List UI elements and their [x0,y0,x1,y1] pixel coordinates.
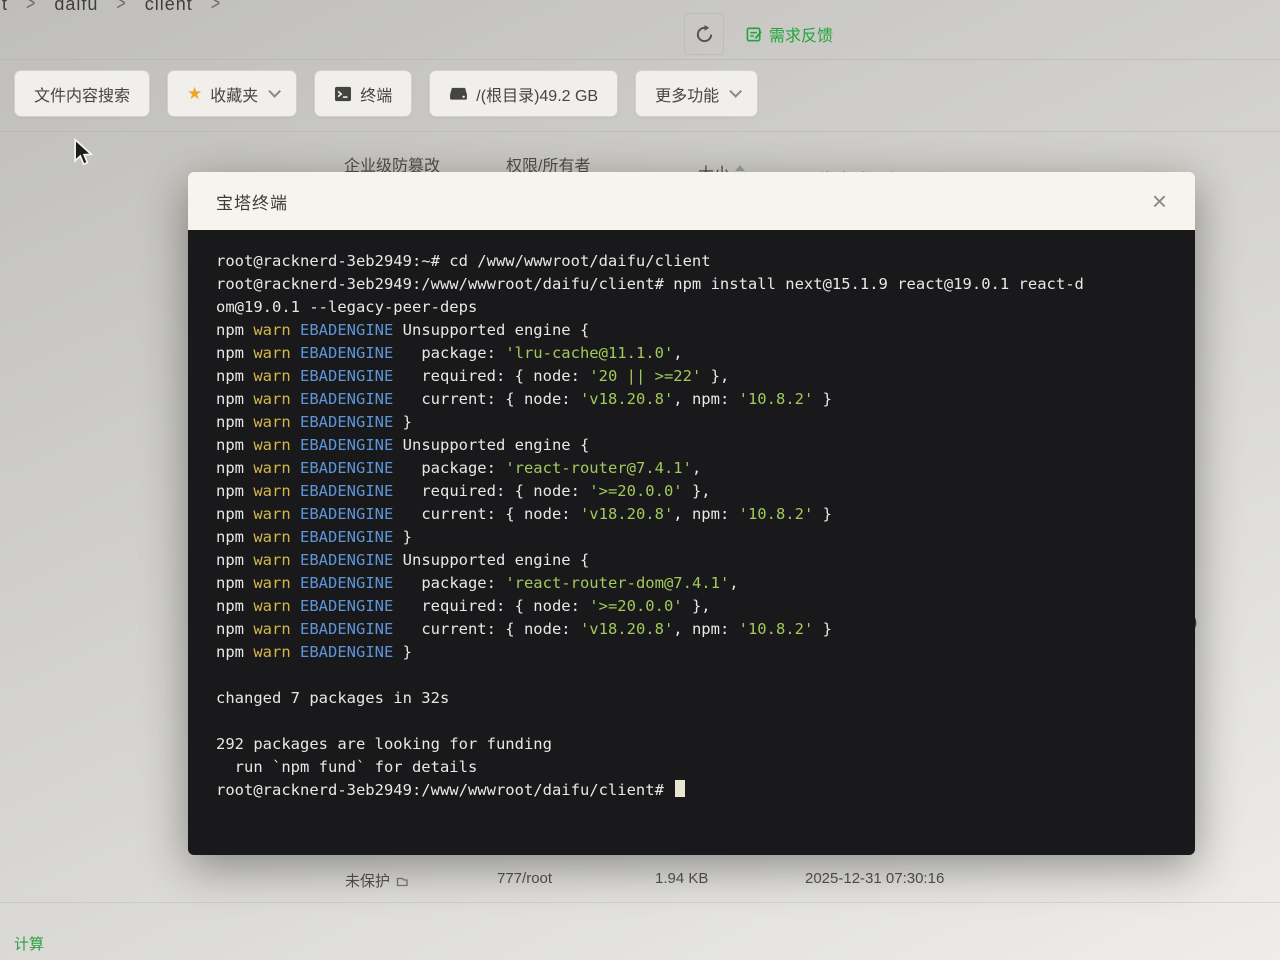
topbar-right: 需求反馈 [684,13,833,55]
star-icon: ★ [187,84,202,104]
feedback-label: 需求反馈 [769,22,833,46]
close-icon[interactable]: × [1152,188,1167,214]
breadcrumb-separator-icon: > [26,0,36,16]
divider [0,902,1280,903]
breadcrumb-separator-icon: > [116,0,126,16]
terminal-modal: 宝塔终端 × root@racknerd-3eb2949:~# cd /www/… [188,172,1195,855]
breadcrumb-item-daifu[interactable]: daifu [54,0,98,15]
breadcrumb: t > daifu > client > [2,0,221,15]
button-label: 收藏夹 [210,82,258,106]
terminal-modal-header[interactable]: 宝塔终端 × [188,172,1195,230]
button-label: 更多功能 [655,82,719,106]
disk-icon [449,86,468,101]
feedback-link[interactable]: 需求反馈 [746,22,833,46]
refresh-button[interactable] [684,13,724,55]
file-row-mtime: 2025-12-31 07:30:16 [805,870,944,887]
chevron-down-icon [729,85,742,98]
owner-value: 777/root [497,870,552,887]
divider [0,131,1280,132]
calculate-link[interactable]: 计算 [14,933,44,954]
unprotected-icon [395,874,409,888]
file-row-protection[interactable]: 未保护 [345,870,409,891]
favorites-button[interactable]: ★ 收藏夹 [167,70,297,117]
size-value: 1.94 KB [655,870,708,887]
divider [0,59,1280,60]
refresh-icon [695,25,714,44]
breadcrumb-separator-icon: > [211,0,221,16]
disk-root-button[interactable]: /(根目录)49.2 GB [429,70,618,117]
file-content-search-button[interactable]: 文件内容搜索 [14,70,150,117]
button-label: /(根目录)49.2 GB [476,82,598,106]
toolbar: 文件内容搜索 ★ 收藏夹 终端 /(根目录)49.2 GB 更多功能 [14,70,758,117]
file-row-size: 1.94 KB [655,870,708,887]
breadcrumb-item-client[interactable]: client [145,0,193,15]
mouse-cursor-icon [70,138,96,168]
breadcrumb-item[interactable]: t [2,0,8,15]
feedback-form-icon [746,26,763,43]
more-functions-button[interactable]: 更多功能 [635,70,758,117]
file-row-owner: 777/root [497,870,552,887]
protection-label: 未保护 [345,870,390,891]
chevron-down-icon [269,85,282,98]
button-label: 文件内容搜索 [34,82,130,106]
terminal-output[interactable]: root@racknerd-3eb2949:~# cd /www/wwwroot… [188,230,1195,855]
terminal-icon [334,86,352,102]
terminal-button[interactable]: 终端 [314,70,412,117]
button-label: 终端 [360,82,392,106]
mtime-value: 2025-12-31 07:30:16 [805,870,944,887]
modal-title: 宝塔终端 [216,189,288,214]
